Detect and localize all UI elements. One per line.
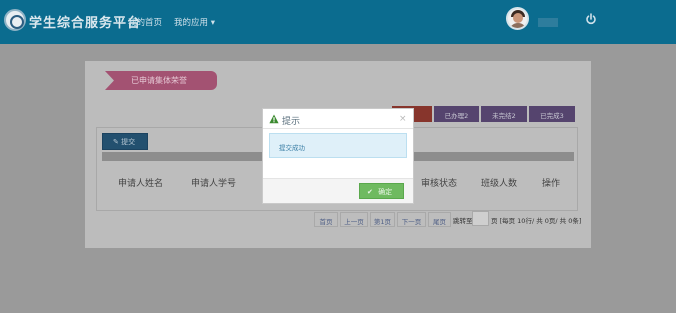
- top-navigation-bar: 学生综合服务平台 我的首页 我的应用 ▾: [0, 0, 676, 44]
- dialog-ok-button[interactable]: ✔ 确定: [359, 183, 404, 199]
- dialog-title: 提示: [282, 117, 301, 127]
- column-header-actions: 操作: [542, 179, 561, 189]
- pager-jump-label: 跳转至: [453, 217, 473, 225]
- pager-summary: 页 [每页 10行/ 共 0页/ 共 0条]: [491, 217, 582, 225]
- warning-icon: [269, 114, 279, 124]
- pager-first-button[interactable]: 首页: [314, 212, 338, 227]
- section-ribbon-title: 已申请集体荣誉: [105, 71, 217, 90]
- column-header-applicant-id: 申请人学号: [191, 179, 237, 189]
- nav-my-apps-dropdown[interactable]: 我的应用 ▾: [174, 16, 215, 28]
- username-redacted: [538, 18, 558, 27]
- pager-prev-button[interactable]: 上一页: [340, 212, 368, 227]
- edit-icon: ✎: [113, 138, 119, 146]
- user-avatar[interactable]: [506, 7, 529, 30]
- status-tab-unfinished[interactable]: 未完结2: [481, 106, 527, 122]
- submit-tab-label: 提交: [121, 138, 136, 146]
- pager-last-button[interactable]: 尾页: [428, 212, 451, 227]
- platform-logo[interactable]: [4, 9, 26, 31]
- nav-my-home[interactable]: 我的首页: [128, 16, 162, 28]
- dialog-message: 提交成功: [269, 133, 407, 158]
- ok-button-label: 确定: [378, 188, 393, 196]
- dialog-close-button[interactable]: ×: [399, 114, 407, 124]
- pager-current-page[interactable]: 第1页: [370, 212, 395, 227]
- submit-tab[interactable]: ✎ 提交: [102, 133, 148, 150]
- status-tab-completed[interactable]: 已完成3: [529, 106, 575, 122]
- dialog-header: 提示 ×: [263, 109, 413, 129]
- column-header-class-size: 班级人数: [481, 179, 518, 189]
- pager-jump-input[interactable]: [472, 211, 489, 226]
- column-header-review-status: 审核状态: [421, 179, 458, 189]
- pager-next-button[interactable]: 下一页: [397, 212, 426, 227]
- logout-power-icon[interactable]: [585, 13, 597, 25]
- status-tab-processed[interactable]: 已办理2: [434, 106, 479, 122]
- platform-title[interactable]: 学生综合服务平台: [29, 12, 141, 31]
- dialog-footer: ✔ 确定: [263, 178, 413, 203]
- alert-dialog: 提示 × 提交成功 ✔ 确定: [262, 108, 414, 204]
- column-header-applicant-name: 申请人姓名: [118, 179, 164, 189]
- check-icon: ✔: [367, 188, 373, 196]
